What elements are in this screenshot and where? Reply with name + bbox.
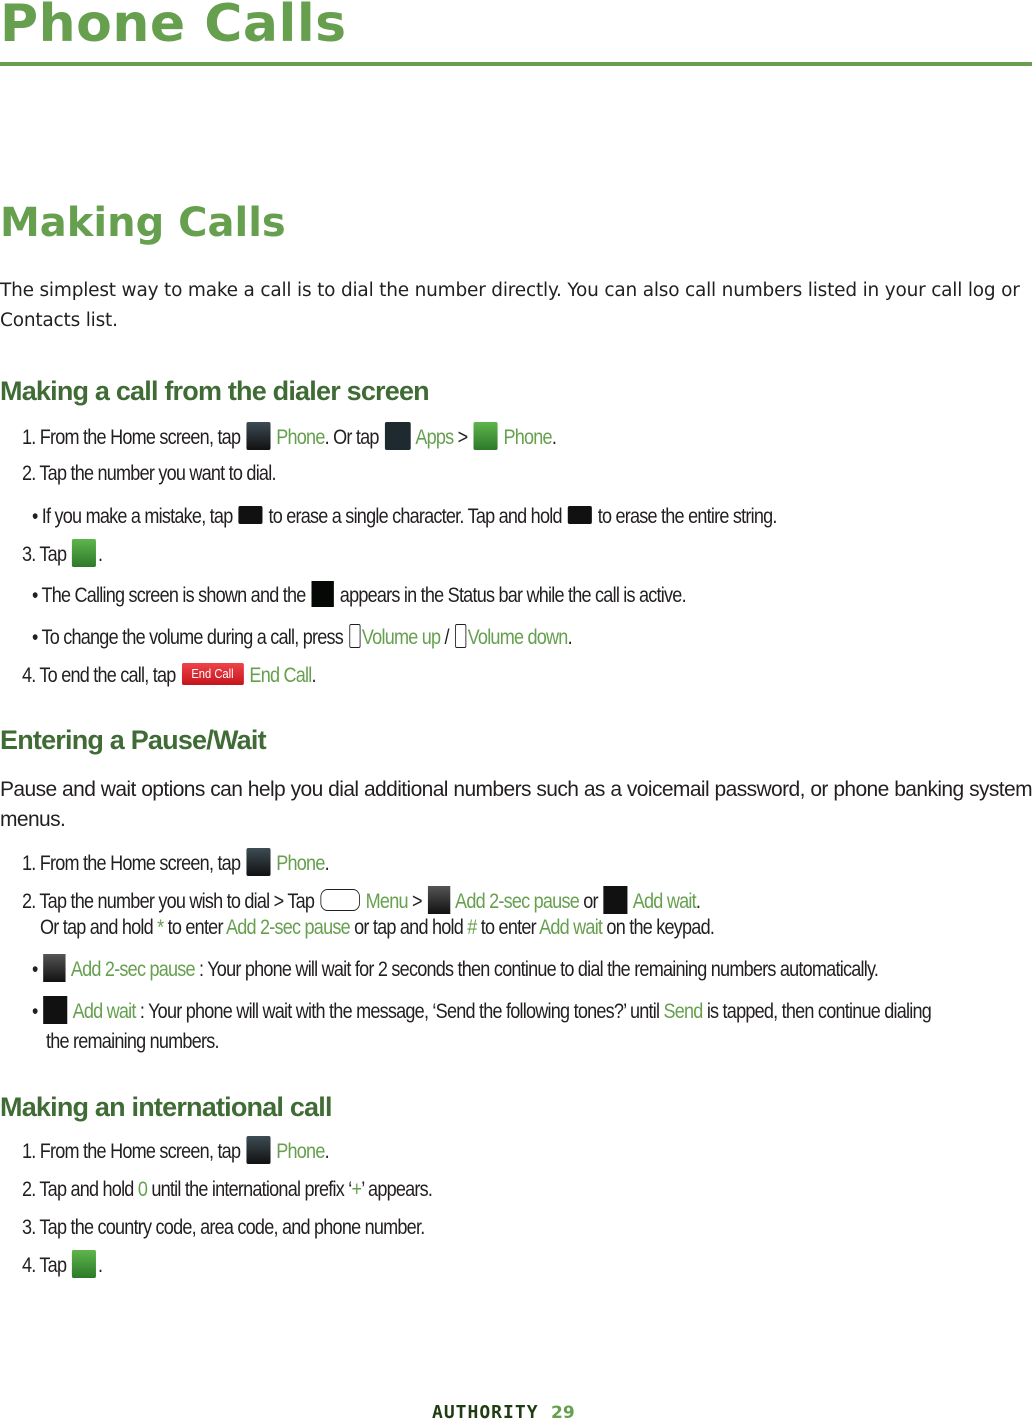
pause-step-1: 1. From the Home screen, tap Phone. [22, 848, 330, 878]
bullet-add-pause: • Add 2-sec pause : Your phone will wait… [32, 954, 879, 984]
dialer-step-2: 2. Tap the number you want to dial. [22, 462, 276, 485]
phone-icon [246, 1136, 271, 1165]
pause-2sec-icon [43, 954, 66, 983]
volume-down-link[interactable]: Volume down [468, 626, 569, 649]
pause-2sec-icon [427, 886, 451, 915]
status-phone-icon [311, 581, 334, 608]
subhead-international: Making an international call [0, 1092, 332, 1122]
end-call-button-icon: End Call [181, 663, 244, 686]
menu-link[interactable]: Menu [366, 890, 409, 913]
pause-step-2: 2. Tap the number you wish to dial > Tap… [22, 886, 701, 916]
phone-icon [246, 848, 271, 877]
volume-up-key-icon [349, 624, 361, 649]
apps-grid-icon [384, 422, 411, 451]
intl-step-1: 1. From the Home screen, tap Phone. [22, 1136, 330, 1166]
add-wait-link[interactable]: Add wait [633, 890, 697, 913]
subhead-dialer: Making a call from the dialer screen [0, 376, 430, 406]
dialer-step-4: 4. To end the call, tap End Call End Cal… [22, 663, 317, 687]
clock-icon [603, 886, 628, 915]
dialer-step-3: 3. Tap . [22, 539, 103, 569]
subhead-pause-wait: Entering a Pause/Wait [0, 725, 267, 755]
call-button-icon [72, 539, 97, 568]
phone-icon [246, 422, 271, 451]
apps-link[interactable]: Apps [415, 426, 454, 449]
volume-up-link[interactable]: Volume up [362, 626, 441, 649]
phone-link-2[interactable]: Phone [503, 426, 552, 449]
bullet-calling: • The Calling screen is shown and the ap… [32, 581, 687, 610]
backspace-icon [238, 506, 263, 525]
intl-step-2: 2. Tap and hold 0 until the internationa… [22, 1178, 433, 1201]
add-pause-link[interactable]: Add 2-sec pause [455, 890, 580, 913]
phone-green-icon [473, 422, 498, 451]
page-number: 29 [551, 1403, 575, 1423]
chapter-divider [0, 62, 1032, 66]
menu-key-icon [320, 889, 360, 912]
dialer-step-1: 1. From the Home screen, tap Phone. Or t… [22, 422, 557, 452]
page-footer: AUTHORITY 29 [432, 1402, 575, 1423]
section-title: Making Calls [0, 200, 286, 246]
clock-icon [43, 996, 68, 1025]
end-call-link[interactable]: End Call [249, 664, 312, 687]
bullet-volume: • To change the volume during a call, pr… [32, 624, 573, 649]
intl-step-4: 4. Tap . [22, 1250, 103, 1280]
intl-step-3: 3. Tap the country code, area code, and … [22, 1216, 425, 1239]
phone-link[interactable]: Phone [276, 1140, 325, 1163]
bullet-mistake: • If you make a mistake, tap to erase a … [32, 505, 777, 528]
bullet-add-wait-cont: the remaining numbers. [46, 1030, 219, 1053]
backspace-icon [567, 506, 592, 525]
pause-intro-paragraph: Pause and wait options can help you dial… [0, 778, 1032, 831]
phone-link[interactable]: Phone [276, 426, 325, 449]
bullet-add-wait: • Add wait : Your phone will wait with t… [32, 996, 932, 1026]
pause-step-2-alt: Or tap and hold * to enter Add 2-sec pau… [40, 916, 715, 939]
brand-logo: AUTHORITY [432, 1402, 539, 1423]
call-button-icon [72, 1250, 97, 1279]
intro-paragraph: The simplest way to make a call is to di… [0, 280, 1020, 331]
chapter-title: Phone Calls [0, 0, 347, 54]
phone-link[interactable]: Phone [276, 852, 325, 875]
volume-down-key-icon [454, 624, 466, 649]
